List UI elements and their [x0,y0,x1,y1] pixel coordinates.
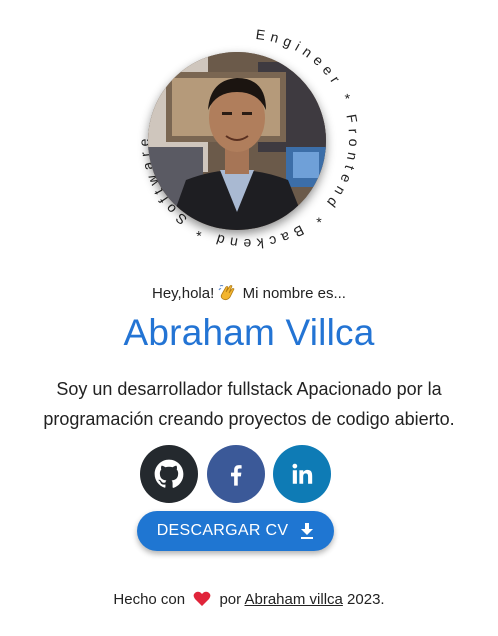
github-icon [154,459,184,488]
page-title: Abraham Villca [123,312,375,353]
facebook-icon [230,465,242,486]
footer-by: por [219,591,242,608]
profile-photo-illustration [148,52,326,230]
footer: Hecho con por Abraham villca 2023. [0,591,498,608]
author-link[interactable]: Abraham villca [245,591,343,608]
footer-year: 2023. [347,591,385,608]
download-cv-label: DESCARGAR CV [156,522,289,539]
download-icon [301,523,314,539]
greeting-prefix: Hey,hola! [152,285,215,302]
github-button[interactable] [140,445,198,503]
linkedin-button[interactable] [273,445,331,503]
download-cv-button[interactable]: DESCARGAR CV [137,511,334,551]
profile-photo [148,52,326,230]
social-links [140,445,332,503]
greeting-line: Hey,hola! Mi nombre es... [0,284,498,302]
waving-hand-icon [218,285,235,301]
facebook-button[interactable] [207,445,265,503]
greeting-suffix: Mi nombre es... [242,285,346,302]
bio-text: Soy un desarrollador fullstack Apacionad… [43,379,455,429]
heart-icon [193,591,211,606]
linkedin-icon [292,463,313,484]
footer-prefix: Hecho con [113,591,186,608]
